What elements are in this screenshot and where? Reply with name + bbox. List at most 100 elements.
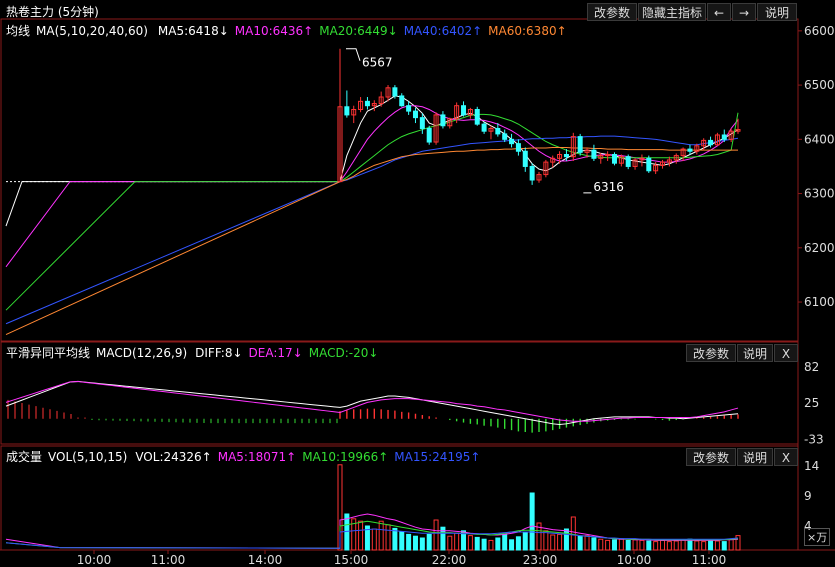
candle-body	[419, 117, 425, 129]
macd-legend: 平滑异同平均线 MACD(12,26,9) DIFF:8↓ DEA:17↓ MACD:-…	[6, 344, 384, 361]
volume-bar	[550, 534, 556, 551]
candle-body	[481, 123, 487, 132]
volume-bar	[563, 528, 569, 551]
volume-bar	[502, 533, 508, 551]
volume-bar	[557, 533, 563, 551]
candle-body	[344, 106, 350, 116]
candle-body	[721, 134, 727, 140]
volume-bar	[673, 540, 679, 551]
vol-legend-ma5: MA5:18071↑	[217, 450, 297, 464]
change-params-button[interactable]: 改参数	[587, 3, 637, 21]
main-legend-ma20: MA20:6449↓	[319, 24, 398, 38]
main-series-ma10	[5, 105, 739, 268]
annotation-high-label: 6567	[362, 56, 393, 70]
volume-bar	[406, 533, 412, 551]
volume-bar	[611, 539, 617, 551]
macd-help-button[interactable]: 说明	[737, 344, 773, 362]
vol-legend-ma15: MA15:24195↑	[394, 450, 481, 464]
x-tick-label: 11:00	[151, 553, 186, 567]
vol-legend: 成交量 VOL(5,10,15) VOL:24326↑ MA5:18071↑ MA10:…	[6, 448, 486, 465]
vol-legend-params: VOL(5,10,15)	[48, 450, 128, 464]
volume-bar	[694, 540, 700, 551]
volume-bar	[646, 540, 652, 551]
volume-bar	[714, 540, 720, 551]
volume-bar	[488, 539, 494, 551]
volume-bar	[598, 538, 604, 551]
main-y-tick-label: 6600	[804, 24, 835, 38]
volume-bar	[680, 539, 686, 551]
annotation-high-pointer	[346, 48, 361, 61]
panel-border-0	[0, 18, 799, 342]
main-legend-ma40: MA40:6402↑	[403, 24, 483, 38]
volume-bar	[721, 541, 727, 551]
candle-body	[406, 105, 412, 112]
volume-bar	[543, 530, 549, 551]
candle-body	[646, 157, 652, 172]
candle-body	[563, 154, 569, 158]
chart-canvas: 6100 6200 6300 6400 6500 6600 6567 6316 82 25 -33 1…	[0, 18, 835, 567]
main-legend-ma5: MA5:6418↓	[157, 24, 229, 38]
volume-bar	[632, 539, 638, 551]
volume-bar	[660, 539, 666, 551]
macd-change-params-button[interactable]: 改参数	[686, 344, 736, 362]
macd-close-button[interactable]: X	[774, 344, 798, 362]
volume-unit-label: ×万	[804, 528, 831, 546]
macd-legend-dea: DEA:17↓	[248, 346, 303, 360]
x-tick-label: 11:00	[692, 553, 727, 567]
volume-bar	[358, 520, 364, 551]
volume-bar	[399, 531, 405, 551]
main-legend-ma10: MA10:6436↑	[234, 24, 314, 38]
volume-bar	[728, 538, 734, 551]
vol-change-params-button[interactable]: 改参数	[686, 448, 736, 466]
candle-body	[364, 100, 370, 107]
main-legend-params: MA(5,10,20,40,60)	[36, 24, 148, 38]
macd-legend-params: MACD(12,26,9)	[96, 346, 188, 360]
volume-bar	[591, 537, 597, 551]
annotation-low-label: 6316	[593, 180, 624, 194]
candle-body	[461, 105, 467, 116]
main-legend-name: 均线	[6, 24, 31, 38]
candle-body	[687, 148, 693, 152]
x-tick-label: 14:00	[248, 553, 283, 567]
volume-bar	[392, 527, 398, 551]
volume-bar	[605, 539, 611, 551]
vol-legend-ma10: MA10:19966↑	[302, 450, 389, 464]
main-y-tick-label: 6200	[804, 241, 835, 255]
volume-bar	[570, 516, 576, 551]
volume-bar	[625, 539, 631, 551]
x-tick-label: 10:00	[77, 553, 112, 567]
volume-bar	[447, 535, 453, 551]
volume-bar	[509, 539, 515, 551]
candle-body	[515, 143, 521, 152]
x-tick-label: 15:00	[334, 553, 369, 567]
candle-body	[399, 95, 405, 107]
candle-body	[625, 156, 631, 167]
x-tick-label: 22:00	[432, 553, 467, 567]
candle-body	[529, 165, 535, 181]
volume-bar	[371, 528, 377, 551]
macd-legend-macd: MACD:-20↓	[308, 346, 379, 360]
vol-y-tick-label: 14	[804, 459, 819, 473]
volume-bar	[653, 541, 659, 551]
hide-indicator-button[interactable]: 隐藏主指标	[638, 3, 706, 21]
vol-help-button[interactable]: 说明	[737, 448, 773, 466]
chart-title: 热卷主力 (5分钟)	[6, 5, 99, 19]
candle-body	[474, 108, 480, 125]
candle-body	[392, 87, 398, 97]
volume-bar	[522, 531, 528, 551]
volume-bar	[529, 492, 535, 551]
vol-close-button[interactable]: X	[774, 448, 798, 466]
volume-bar	[433, 519, 439, 551]
volume-bar	[454, 532, 460, 551]
macd-y-tick-label: 25	[804, 396, 819, 410]
back-button[interactable]: ←	[707, 3, 731, 21]
vol-legend-vol: VOL:24326↑	[135, 450, 212, 464]
help-button[interactable]: 说明	[757, 3, 797, 21]
volume-bar	[708, 539, 714, 551]
candle-body	[577, 136, 583, 153]
volume-bar	[378, 520, 384, 551]
forward-button[interactable]: →	[732, 3, 756, 21]
volume-bar	[481, 538, 487, 551]
candle-body	[495, 127, 501, 135]
macd-line-dea	[5, 381, 739, 422]
